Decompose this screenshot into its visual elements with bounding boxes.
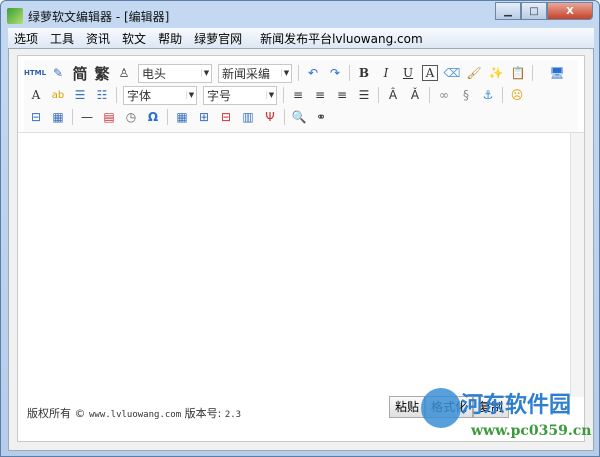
font-select[interactable]: 字体 ▼: [123, 85, 197, 105]
unordered-list-icon[interactable]: ☷: [94, 87, 110, 103]
font-color-button[interactable]: A: [28, 87, 44, 103]
paste-button[interactable]: 粘贴: [389, 396, 426, 418]
horizontal-rule-icon[interactable]: —: [79, 109, 95, 125]
highlight-icon[interactable]: ab: [50, 87, 66, 103]
divider: [298, 65, 299, 81]
divider: [283, 87, 284, 103]
editor-panel: HTML ✎ 简 繁 ♙ 电头 ▼ 新闻采编 ▼ ↶ ↷ B I U A ⌫ 🖌 ✨…: [17, 55, 585, 442]
version-value: 2.3: [224, 410, 242, 420]
border-text-button[interactable]: A: [422, 65, 438, 81]
title-bar: 绿萝软文编辑器 - [编辑器]: [7, 5, 169, 27]
stamp-icon[interactable]: ♙: [116, 65, 132, 81]
unlink-icon[interactable]: §: [458, 87, 474, 103]
divider: [72, 109, 73, 125]
table-icon[interactable]: ▦: [174, 109, 190, 125]
menu-news[interactable]: 资讯: [80, 30, 116, 47]
close-button[interactable]: X: [547, 2, 593, 20]
undo-icon[interactable]: ↶: [305, 65, 321, 81]
category-select[interactable]: 新闻采编 ▼: [218, 63, 292, 83]
menu-bar: 选项 工具 资讯 软文 帮助 绿萝官网 新闻发布平台lvluowang.com: [8, 28, 594, 48]
menu-tools[interactable]: 工具: [44, 30, 80, 47]
maximize-button[interactable]: □: [521, 2, 547, 20]
divider: [349, 65, 350, 81]
insert-row-icon[interactable]: ⊞: [196, 109, 212, 125]
insert-column-icon[interactable]: ▥: [240, 109, 256, 125]
toolbar: HTML ✎ 简 繁 ♙ 电头 ▼ 新闻采编 ▼ ↶ ↷ B I U A ⌫ 🖌 ✨…: [24, 60, 578, 132]
divider: [284, 109, 285, 125]
vertical-scrollbar[interactable]: [570, 133, 584, 397]
emoticon-icon[interactable]: ☹: [509, 87, 525, 103]
align-center-icon[interactable]: ≡: [312, 87, 328, 103]
delete-row-icon[interactable]: ⊟: [218, 109, 234, 125]
increase-font-icon[interactable]: Â: [385, 87, 401, 103]
site-link: www.lvluowang.com: [89, 410, 182, 420]
magic-wand-icon[interactable]: ✨: [488, 65, 504, 81]
spellcheck-icon[interactable]: ✎: [50, 65, 66, 81]
menu-publish-platform[interactable]: 新闻发布平台lvluowang.com: [254, 30, 429, 47]
app-window: 绿萝软文编辑器 - [编辑器] ▁ □ X 选项 工具 资讯 软文 帮助 绿萝官…: [0, 0, 600, 457]
divider: [167, 109, 168, 125]
copy-button[interactable]: 复制: [473, 396, 510, 418]
menu-options[interactable]: 选项: [8, 30, 44, 47]
divider: [502, 87, 503, 103]
app-logo-icon: [7, 8, 23, 24]
client-area: HTML ✎ 简 繁 ♙ 电头 ▼ 新闻采编 ▼ ↶ ↷ B I U A ⌫ 🖌 ✨…: [8, 48, 594, 451]
eraser-icon[interactable]: ⌫: [444, 65, 461, 81]
find-binoculars-icon[interactable]: ⚭: [313, 109, 329, 125]
align-right-icon[interactable]: ≡: [334, 87, 350, 103]
size-select-value: 字号: [207, 88, 232, 103]
search-replace-icon[interactable]: 🔍: [291, 109, 307, 125]
style-select[interactable]: 电头 ▼: [138, 63, 212, 83]
template-icon[interactable]: ▦: [50, 109, 66, 125]
special-char-button[interactable]: Ω: [145, 109, 161, 125]
chevron-down-icon: ▼: [266, 91, 276, 99]
footer: 版权所有 © www.lvluowang.com 版本号: 2.3: [27, 405, 241, 421]
page-break-icon[interactable]: ⊟: [28, 109, 44, 125]
bold-button[interactable]: B: [356, 65, 372, 81]
window-title: 绿萝软文编辑器 - [编辑器]: [28, 9, 170, 24]
paste-text-icon[interactable]: 📋: [510, 65, 526, 81]
editor-area[interactable]: [18, 132, 584, 397]
anchor-icon[interactable]: ⚓: [480, 87, 496, 103]
style-select-value: 电头: [142, 66, 167, 81]
chevron-down-icon: ▼: [201, 69, 211, 77]
menu-help[interactable]: 帮助: [152, 30, 188, 47]
underline-button[interactable]: U: [400, 65, 416, 81]
divider: [378, 87, 379, 103]
delete-column-icon[interactable]: Ψ: [262, 109, 278, 125]
traditional-button[interactable]: 繁: [94, 65, 110, 83]
menu-articles[interactable]: 软文: [116, 30, 152, 47]
link-icon[interactable]: ∞: [436, 87, 452, 103]
category-select-value: 新闻采编: [222, 66, 271, 81]
html-icon[interactable]: HTML: [24, 65, 46, 81]
italic-button[interactable]: I: [378, 65, 394, 81]
justify-icon[interactable]: ☰: [356, 87, 372, 103]
divider: [532, 65, 533, 81]
simplified-button[interactable]: 简: [72, 65, 88, 83]
time-icon[interactable]: ◷: [123, 109, 139, 125]
redo-icon[interactable]: ↷: [327, 65, 343, 81]
font-select-value: 字体: [127, 88, 152, 103]
align-left-icon[interactable]: ≡: [290, 87, 306, 103]
divider: [116, 87, 117, 103]
chevron-down-icon: ▼: [186, 91, 196, 99]
size-select[interactable]: 字号 ▼: [203, 85, 277, 105]
ordered-list-icon[interactable]: ☰: [72, 87, 88, 103]
chevron-down-icon: ▼: [281, 69, 291, 77]
format-button[interactable]: 格式化: [425, 396, 474, 418]
decrease-font-icon[interactable]: Ǎ: [407, 87, 423, 103]
preview-icon[interactable]: 🖥: [549, 65, 565, 81]
divider: [429, 87, 430, 103]
minimize-button[interactable]: ▁: [495, 2, 521, 20]
version-label: 版本号:: [184, 407, 222, 420]
copyright-text: 版权所有 ©: [27, 407, 86, 420]
menu-official-site[interactable]: 绿萝官网: [188, 30, 248, 47]
date-icon[interactable]: ▤: [101, 109, 117, 125]
format-brush-icon[interactable]: 🖌: [466, 65, 482, 81]
